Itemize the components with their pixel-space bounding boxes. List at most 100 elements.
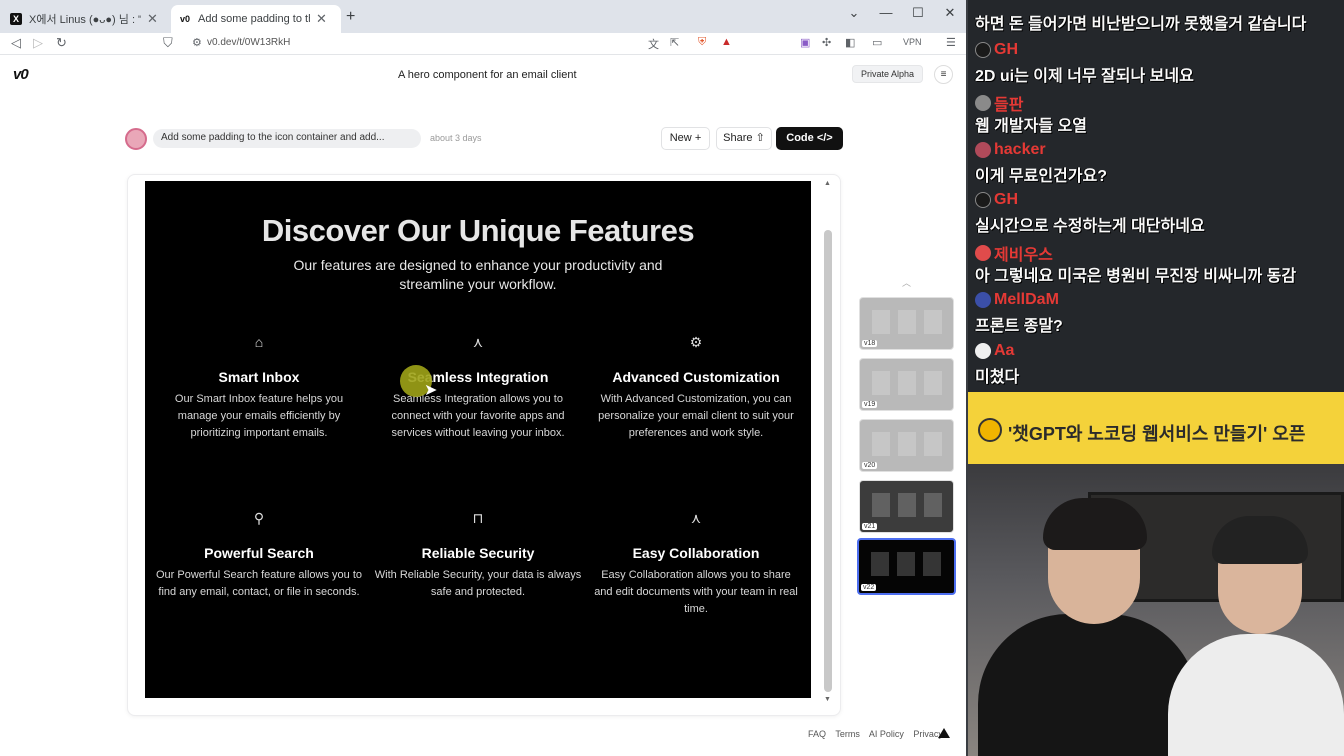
lock-icon: ⊓ bbox=[472, 510, 484, 526]
avatar[interactable] bbox=[125, 128, 147, 150]
hero-title: Discover Our Unique Features bbox=[261, 213, 695, 248]
brave-shield-icon[interactable]: ⛨ bbox=[698, 36, 706, 49]
version-label: v20 bbox=[862, 462, 878, 469]
translate-icon[interactable]: 文 bbox=[648, 36, 659, 52]
chat-message: 하면 돈 들어가면 비난받으니까 못했을거 같습니다 bbox=[975, 10, 1306, 34]
menu-icon[interactable]: ☰ bbox=[946, 36, 956, 49]
version-thumbnail[interactable]: v19 bbox=[859, 358, 954, 411]
code-label: Code bbox=[786, 132, 814, 144]
back-icon[interactable]: ◁ bbox=[11, 35, 21, 51]
reload-icon[interactable]: ↻ bbox=[56, 35, 67, 51]
chat-username: Aa bbox=[975, 342, 1014, 360]
chat-message: 이게 무료인건가요? bbox=[975, 162, 1107, 186]
chat-text: 2D ui는 이제 너무 잘되나 보네요 bbox=[975, 68, 1194, 85]
person-right-hair bbox=[1212, 516, 1308, 564]
maximize-icon[interactable]: ☐ bbox=[903, 5, 933, 21]
share-button[interactable]: Share ⇧ bbox=[716, 127, 772, 150]
code-icon: </> bbox=[816, 132, 833, 144]
preview-scrollbar[interactable]: ▲ ▼ bbox=[824, 180, 832, 706]
vpn-button[interactable]: VPN bbox=[903, 37, 922, 47]
version-label: v22 bbox=[861, 584, 877, 591]
minimize-icon[interactable]: — bbox=[871, 5, 901, 20]
scroll-down-icon[interactable]: ▼ bbox=[824, 696, 831, 703]
code-button[interactable]: Code </> bbox=[776, 127, 843, 150]
wallet-icon[interactable]: ▭ bbox=[872, 36, 882, 49]
stream-chat: 하면 돈 들어가면 비난받으니까 못했을거 같습니다 GH 2D ui는 이제 … bbox=[968, 0, 1344, 392]
close-icon[interactable]: ✕ bbox=[147, 11, 158, 27]
user-avatar bbox=[975, 343, 991, 359]
feature-card: ⊓ Reliable Security With Reliable Securi… bbox=[373, 510, 583, 601]
new-label: New bbox=[669, 132, 692, 144]
smiley-icon bbox=[978, 418, 1002, 442]
vercel-logo-icon[interactable] bbox=[938, 728, 950, 738]
footer-faq-link[interactable]: FAQ bbox=[808, 729, 826, 739]
thumbnail-content bbox=[872, 371, 942, 395]
chat-message: 웹 개발자들 오열 bbox=[975, 112, 1087, 136]
close-window-icon[interactable]: ✕ bbox=[935, 5, 965, 21]
username: Aa bbox=[994, 342, 1015, 359]
chevron-up-icon[interactable]: ︿ bbox=[902, 276, 911, 289]
new-tab-icon[interactable]: + bbox=[346, 8, 355, 26]
feature-description: With Reliable Security, your data is alw… bbox=[374, 569, 582, 598]
chat-text: 하면 돈 들어가면 비난받으니까 못했을거 같습니다 bbox=[975, 16, 1307, 33]
feature-description: Easy Collaboration allows you to share a… bbox=[594, 569, 798, 615]
scroll-up-icon[interactable]: ▲ bbox=[824, 180, 831, 187]
version-label: v19 bbox=[862, 401, 878, 408]
menu-button[interactable]: ≡ bbox=[934, 65, 953, 84]
share-page-icon[interactable]: ⇱ bbox=[670, 36, 679, 49]
user-avatar bbox=[975, 292, 991, 308]
webcam-feed bbox=[968, 464, 1344, 756]
forward-icon[interactable]: ▷ bbox=[33, 35, 43, 51]
version-thumbnail-active[interactable]: v22 bbox=[857, 538, 956, 595]
feature-card: ⚲ Powerful Search Our Powerful Search fe… bbox=[154, 510, 364, 601]
bookmark-icon[interactable]: ⛉ bbox=[163, 35, 173, 51]
inbox-icon: ⌂ bbox=[254, 334, 264, 350]
chat-username: hacker bbox=[975, 141, 1046, 159]
url-field[interactable]: v0.dev/t/0W13RkH bbox=[207, 37, 290, 48]
chat-text: 이게 무료인건가요? bbox=[975, 168, 1107, 185]
site-info-icon[interactable]: ⚙ bbox=[192, 36, 202, 49]
thumbnail-content bbox=[872, 432, 942, 456]
address-bar: ◁ ▷ ↻ ⛉ ⚙ v0.dev/t/0W13RkH 文 ⇱ ⛨ ▲ ▣ ✣ ◧… bbox=[0, 33, 966, 55]
version-thumbnail[interactable]: v20 bbox=[859, 419, 954, 472]
chat-text: 미쳤다 bbox=[975, 369, 1020, 386]
tab-title: X에서 Linus (●ᴗ●) 님 : "Get Front-e bbox=[29, 14, 141, 26]
v0-page: v0 A hero component for an email client … bbox=[0, 56, 966, 756]
chat-text: 웹 개발자들 오열 bbox=[975, 118, 1087, 135]
sidebar-toggle-icon[interactable]: ◧ bbox=[845, 36, 855, 49]
person-left bbox=[978, 614, 1198, 756]
chat-text: 실시간으로 수정하는게 대단하네요 bbox=[975, 218, 1205, 235]
v0-logo[interactable]: v0 bbox=[13, 66, 29, 83]
extension-icon[interactable]: ▣ bbox=[800, 36, 810, 49]
promo-banner: '챗GPT와 노코딩 웹서비스 만들기' 오픈 bbox=[968, 392, 1344, 464]
close-icon[interactable]: ✕ bbox=[316, 11, 327, 27]
v0-logo-icon: v0 bbox=[179, 14, 190, 24]
footer-ai-policy-link[interactable]: AI Policy bbox=[869, 729, 904, 739]
feature-description: With Advanced Customization, you can per… bbox=[598, 393, 794, 439]
version-thumbnail[interactable]: v21 bbox=[859, 480, 954, 533]
timestamp: about 3 days bbox=[430, 133, 482, 143]
prompt-input[interactable]: Add some padding to the icon container a… bbox=[153, 129, 421, 148]
tab-v0[interactable]: v0 Add some padding to the icon c ✕ bbox=[171, 5, 341, 33]
footer-links: FAQ Terms AI Policy Privacy bbox=[808, 729, 950, 739]
brave-rewards-icon[interactable]: ▲ bbox=[721, 36, 732, 48]
chat-username: MellDaM bbox=[975, 291, 1059, 309]
chat-message: 프론트 종말? bbox=[975, 312, 1063, 336]
tab-x-post[interactable]: X X에서 Linus (●ᴗ●) 님 : "Get Front-e ✕ bbox=[2, 5, 170, 33]
version-thumbnail[interactable]: v18 bbox=[859, 297, 954, 350]
search-icon: ⚲ bbox=[253, 510, 265, 526]
thumbnail-content bbox=[872, 310, 942, 334]
chevron-down-icon[interactable]: ⌄ bbox=[839, 5, 869, 21]
chat-text: 프론트 종말? bbox=[975, 318, 1063, 335]
new-button[interactable]: New + bbox=[661, 127, 710, 150]
chat-text: 아 그렇네요 미국은 병원비 무진장 비싸니까 동감 bbox=[975, 268, 1297, 285]
footer-terms-link[interactable]: Terms bbox=[835, 729, 860, 739]
share-icon: ⇧ bbox=[755, 132, 765, 144]
scroll-thumb[interactable] bbox=[824, 230, 832, 692]
feature-title: Smart Inbox bbox=[218, 369, 300, 385]
extensions-puzzle-icon[interactable]: ✣ bbox=[822, 36, 831, 49]
feature-title: Easy Collaboration bbox=[632, 545, 760, 561]
username: GH bbox=[994, 191, 1018, 208]
component-preview: Discover Our Unique Features Our feature… bbox=[145, 181, 811, 698]
username: hacker bbox=[994, 141, 1046, 158]
